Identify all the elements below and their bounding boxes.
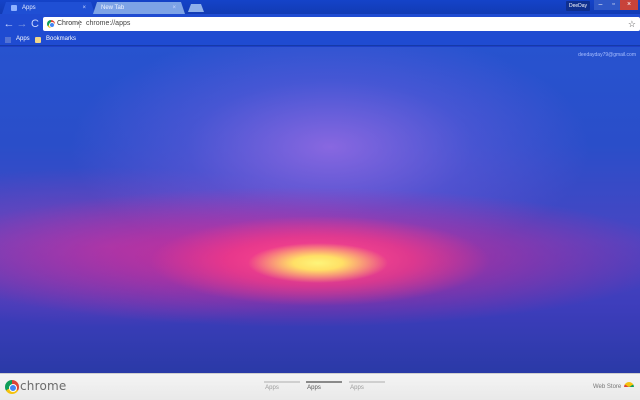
omnibox-divider: [79, 20, 80, 28]
tab-apps[interactable]: Apps ×: [2, 2, 95, 14]
tab-title: New Tab: [101, 5, 125, 11]
chrome-logo-icon: [5, 380, 19, 394]
page-indicator-3[interactable]: [349, 381, 385, 383]
web-store-icon[interactable]: [624, 382, 634, 392]
bookmark-star-icon[interactable]: ☆: [628, 17, 636, 31]
reload-icon[interactable]: C: [28, 17, 42, 31]
url-text[interactable]: chrome://apps: [86, 17, 130, 31]
tab-title: Apps: [22, 5, 36, 11]
address-bar[interactable]: Chrome chrome://apps ☆: [43, 17, 640, 31]
apps-bottom-bar: chrome Apps Apps Apps Web Store: [0, 373, 640, 400]
back-icon[interactable]: ←: [2, 17, 16, 31]
folder-icon: [35, 37, 41, 43]
apps-grid-icon: [5, 37, 11, 43]
maximize-button[interactable]: ▫: [607, 0, 620, 10]
close-window-button[interactable]: ×: [620, 0, 638, 10]
account-email[interactable]: deedayday79@gmail.com: [578, 52, 636, 58]
page-label-1[interactable]: Apps: [254, 385, 290, 391]
bookmarks-bar: Apps Bookmarks: [0, 34, 640, 46]
theme-background: deedayday79@gmail.com: [0, 47, 640, 373]
minimize-button[interactable]: –: [594, 0, 607, 10]
web-store-link[interactable]: Web Store: [593, 384, 621, 390]
chrome-wordmark: chrome: [20, 379, 67, 393]
bookmark-bookmarks[interactable]: Bookmarks: [46, 34, 76, 45]
bookmark-apps[interactable]: Apps: [16, 34, 30, 45]
chrome-icon: [47, 20, 55, 28]
toolbar: ← → C Chrome chrome://apps ☆: [0, 14, 640, 34]
forward-icon[interactable]: →: [15, 17, 29, 31]
title-bar: Apps × New Tab × DeeDay – ▫ ×: [0, 0, 640, 14]
tab-new-tab[interactable]: New Tab ×: [93, 2, 185, 14]
tab-close-icon[interactable]: ×: [82, 2, 86, 14]
new-tab-button[interactable]: [188, 4, 204, 12]
page-label-3[interactable]: Apps: [339, 385, 375, 391]
page-indicator-2[interactable]: [306, 381, 342, 383]
profile-button[interactable]: DeeDay: [566, 1, 590, 11]
page-label-2[interactable]: Apps: [296, 385, 332, 391]
apps-favicon-icon: [11, 5, 17, 11]
tab-close-icon[interactable]: ×: [172, 2, 176, 14]
page-indicator-1[interactable]: [264, 381, 300, 383]
